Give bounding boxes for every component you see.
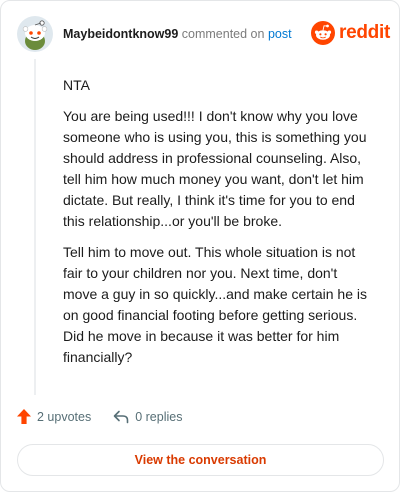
upvote-button[interactable]: 2 upvotes (17, 409, 91, 424)
user-avatar[interactable] (17, 16, 53, 52)
upvote-count: 2 upvotes (37, 409, 92, 424)
username-link[interactable]: Maybeidontknow99 (63, 27, 178, 41)
reply-count: 0 replies (135, 409, 183, 424)
reply-arrow-icon (113, 410, 129, 423)
comment-paragraph: You are being used!!! I don't know why y… (63, 108, 367, 229)
comment-header: Maybeidontknow99 commented on post (63, 26, 292, 42)
view-conversation-label: View the conversation (134, 453, 267, 467)
reddit-snoo-icon (311, 21, 335, 45)
view-conversation-button[interactable]: View the conversation (17, 444, 384, 476)
comment-body: NTA You are being used!!! I don't know w… (63, 75, 373, 378)
thread-line[interactable] (34, 59, 36, 395)
snoo-avatar-icon (17, 16, 53, 52)
comment-paragraph: Tell him to move out. This whole situati… (63, 244, 368, 365)
comment-card: Maybeidontknow99 commented on post reddi… (0, 0, 400, 492)
reply-button[interactable]: 0 replies (113, 410, 182, 424)
comment-paragraph: NTA (63, 77, 90, 93)
comment-actions: 2 upvotes 0 replies (17, 409, 182, 424)
post-link[interactable]: post (268, 27, 292, 41)
upvote-arrow-icon (17, 409, 31, 424)
commented-on-label: commented on (181, 27, 265, 41)
reddit-logo[interactable]: reddit (311, 21, 390, 45)
reddit-wordmark: reddit (339, 22, 390, 43)
